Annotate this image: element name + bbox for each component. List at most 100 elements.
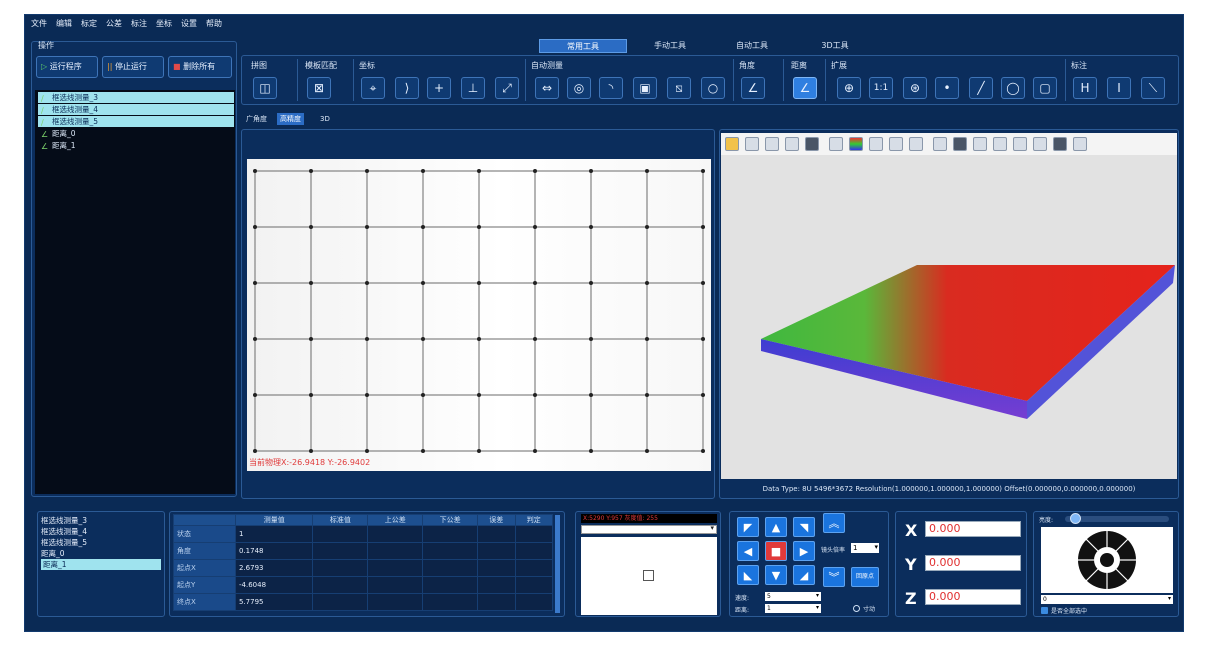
solid-view-icon[interactable] (805, 137, 819, 151)
stop-icon[interactable]: ■ (765, 541, 787, 561)
h-dim-icon[interactable]: H (1073, 77, 1097, 99)
expand-icon[interactable] (829, 137, 843, 151)
target-icon[interactable]: ⊛ (903, 77, 927, 99)
zoom-window-icon[interactable] (745, 137, 759, 151)
box-view-icon[interactable] (785, 137, 799, 151)
circle-measure-icon[interactable]: ◎ (567, 77, 591, 99)
tree-item[interactable]: ∕ 框选线测量_3 (38, 92, 234, 103)
delete-all-button[interactable]: ■ 删除所有 (168, 56, 232, 78)
run-program-button[interactable]: ▷ 运行程序 (36, 56, 98, 78)
grid-view-icon[interactable] (933, 137, 947, 151)
arrow-down-left-icon[interactable]: ◣ (737, 565, 759, 585)
tab-common-tools[interactable]: 常用工具 (539, 39, 627, 53)
tab-high-precision[interactable]: 高精度 (277, 113, 304, 125)
arrow-up-right-icon[interactable]: ◥ (793, 517, 815, 537)
left-view-icon[interactable] (993, 137, 1007, 151)
speed-select[interactable]: 5 ▾ (765, 592, 821, 601)
coord-cross-icon[interactable]: + (427, 77, 451, 99)
tab-manual-tools[interactable]: 手动工具 (645, 39, 695, 53)
template-match-icon[interactable]: ⊠ (307, 77, 331, 99)
menu-settings[interactable]: 设置 (181, 19, 197, 28)
menu-file[interactable]: 文件 (31, 19, 47, 28)
arrow-down-right-icon[interactable]: ◢ (793, 565, 815, 585)
iso-view-icon[interactable] (1073, 137, 1087, 151)
tab-wide-angle[interactable]: 广角度 (243, 113, 270, 125)
point-icon[interactable]: • (935, 77, 959, 99)
return-origin-button[interactable]: 回原点 (851, 567, 879, 587)
scale-1to1-icon[interactable]: 1:1 (869, 77, 893, 99)
list-item-selected[interactable]: 距离_1 (41, 559, 161, 570)
menu-calibrate[interactable]: 标定 (81, 19, 97, 28)
arrow-up-left-icon[interactable]: ◤ (737, 517, 759, 537)
menu-help[interactable]: 帮助 (206, 19, 222, 28)
x-position-field[interactable]: 0.000 (925, 521, 1021, 537)
camera-image[interactable]: 当前物理X:-26.9418 Y:-26.9402 (247, 159, 711, 471)
list-item[interactable]: 框选线测量_4 (41, 526, 161, 537)
arc-measure-icon[interactable]: ◝ (599, 77, 623, 99)
tree-item[interactable]: ∠ 距离_1 (38, 140, 234, 151)
circle-icon[interactable]: ◯ (1001, 77, 1025, 99)
distance-select[interactable]: 1 ▾ (765, 604, 821, 613)
top-view-icon[interactable] (1033, 137, 1047, 151)
slant-dim-icon[interactable]: ⟍ (1141, 77, 1165, 99)
table-row[interactable]: 终点X 5.7795 (173, 593, 554, 611)
frame-icon[interactable]: ▢ (1033, 77, 1057, 99)
tab-3d-tools[interactable]: 3D工具 (815, 39, 855, 53)
table-row[interactable]: 起点Y -4.6048 (173, 576, 554, 594)
coord-axis-icon[interactable]: ⊥ (461, 77, 485, 99)
lens-mag-select[interactable]: 1 ▾ (851, 543, 879, 553)
table-scrollbar[interactable] (555, 515, 560, 613)
menu-edit[interactable]: 编辑 (56, 19, 72, 28)
diagonal-measure-icon[interactable]: ⧅ (667, 77, 691, 99)
tab-auto-tools[interactable]: 自动工具 (727, 39, 777, 53)
z-down-icon[interactable]: ︾ (823, 567, 845, 587)
inch-mode-radio[interactable] (853, 605, 860, 612)
back-view-icon[interactable] (973, 137, 987, 151)
rect-measure-icon[interactable]: ▣ (633, 77, 657, 99)
ring-measure-icon[interactable]: ○ (701, 77, 725, 99)
menu-annotate[interactable]: 标注 (131, 19, 147, 28)
bottom-view-icon[interactable] (1053, 137, 1067, 151)
menu-coordinate[interactable]: 坐标 (156, 19, 172, 28)
list-item[interactable]: 距离_0 (41, 548, 161, 559)
coord-rotate-icon[interactable]: ⤢ (495, 77, 519, 99)
menu-tolerance[interactable]: 公差 (106, 19, 122, 28)
3d-canvas[interactable] (721, 155, 1177, 479)
open-folder-icon[interactable] (725, 137, 739, 151)
tree-item[interactable]: ∠ 距离_0 (38, 128, 234, 139)
z-position-field[interactable]: 0.000 (925, 589, 1021, 605)
table-row[interactable]: 状态 1 (173, 525, 554, 543)
angle-icon[interactable]: ∠ (741, 77, 765, 99)
tree-item[interactable]: ∕ 框选线测量_5 (38, 116, 234, 127)
light-icon[interactable] (869, 137, 883, 151)
list-item[interactable]: 框选线测量_3 (41, 515, 161, 526)
select-all-checkbox[interactable] (1041, 607, 1048, 614)
preview-select[interactable]: ▾ (581, 524, 717, 534)
table-row[interactable]: 起点X 2.6793 (173, 559, 554, 577)
list-item[interactable]: 框选线测量_5 (41, 537, 161, 548)
axis-icon[interactable] (889, 137, 903, 151)
table-row[interactable]: 角度 0.1748 (173, 542, 554, 560)
tree-item[interactable]: ∕ 框选线测量_4 (38, 104, 234, 115)
arrow-left-icon[interactable]: ◀ (737, 541, 759, 561)
v-dim-icon[interactable]: I (1107, 77, 1131, 99)
front-view-icon[interactable] (953, 137, 967, 151)
brightness-slider[interactable] (1065, 513, 1169, 524)
stop-run-button[interactable]: || 停止运行 (102, 56, 164, 78)
arrow-up-icon[interactable]: ▲ (765, 517, 787, 537)
right-view-icon[interactable] (1013, 137, 1027, 151)
color-bar-icon[interactable] (849, 137, 863, 151)
width-measure-icon[interactable]: ⇔ (535, 77, 559, 99)
y-position-field[interactable]: 0.000 (925, 555, 1021, 571)
distance-icon[interactable]: ∠ (793, 77, 817, 99)
line-icon[interactable]: ╱ (969, 77, 993, 99)
light-channel-select[interactable]: 0 ▾ (1041, 595, 1173, 604)
coord-angle-icon[interactable]: ⟩ (395, 77, 419, 99)
crosshair-icon[interactable]: ⊕ (837, 77, 861, 99)
cube-view-icon[interactable] (909, 137, 923, 151)
light-selector[interactable] (1041, 527, 1173, 593)
coord-origin-icon[interactable]: ⌖ (361, 77, 385, 99)
arrow-down-icon[interactable]: ▼ (765, 565, 787, 585)
arrow-right-icon[interactable]: ▶ (793, 541, 815, 561)
z-up-icon[interactable]: ︽ (823, 513, 845, 533)
